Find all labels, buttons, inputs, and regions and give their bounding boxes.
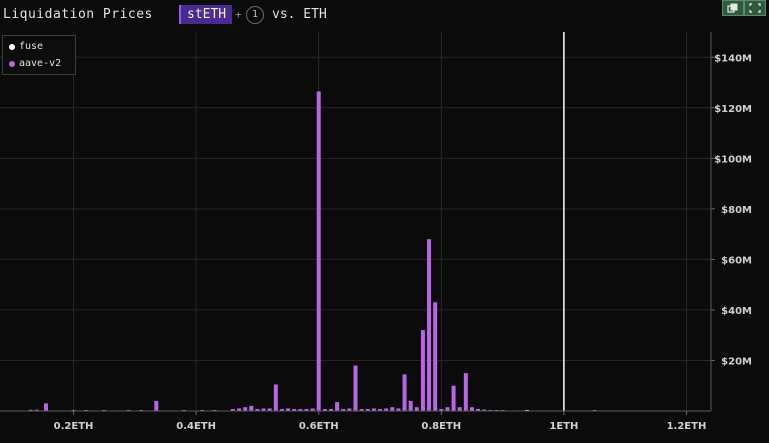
legend: fuse aave-v2 [2,35,76,75]
bar-aave-v2 [451,385,456,411]
bar-aave-v2 [445,407,450,411]
bar-aave-v2 [420,330,425,411]
legend-dot-fuse [9,43,15,50]
bar-aave-v2 [463,373,468,411]
axes: $20M $40M $60M $80M $100M $120M $140M 0.2ETH 0.4… [0,32,752,432]
x-tick-label: 1.2ETH [667,421,707,432]
bar-aave-v2 [408,400,413,411]
y-tick-label: $120M [714,104,752,115]
x-tick-label: 0.8ETH [421,421,461,432]
bar-aave-v2 [414,407,419,411]
legend-dot-aave-v2 [9,60,15,67]
x-tick-label: 1ETH [549,421,578,432]
liquidation-chart: $20M $40M $60M $80M $100M $120M $140M 0.2ETH 0.4… [0,32,752,432]
bar-aave-v2 [154,400,159,411]
y-tick-label: $80M [721,205,752,216]
bars [28,91,597,412]
x-tick-label: 0.6ETH [299,421,339,432]
bar-aave-v2 [243,407,248,411]
grid-lines [0,32,711,411]
y-tick-label: $40M [721,306,752,317]
bar-aave-v2 [43,403,48,411]
legend-item-fuse[interactable]: fuse [9,41,43,52]
bar-aave-v2 [353,365,358,411]
bar-aave-v2 [316,91,321,412]
legend-item-aave-v2[interactable]: aave-v2 [9,58,61,69]
y-tick-label: $60M [721,255,752,266]
bar-aave-v2 [427,239,432,411]
bar-aave-v2 [457,407,462,411]
y-tick-label: $140M [714,53,752,64]
y-tick-label: $100M [714,154,752,165]
legend-label-fuse: fuse [19,41,44,52]
legend-label-aave-v2: aave-v2 [19,58,62,69]
bar-aave-v2 [273,384,278,411]
bar-aave-v2 [402,374,407,411]
bar-aave-v2 [433,302,438,411]
bar-aave-v2 [249,405,254,411]
x-tick-label: 0.2ETH [54,421,94,432]
x-tick-label: 0.4ETH [176,421,216,432]
bar-aave-v2 [390,407,395,411]
y-tick-label: $20M [721,356,752,367]
bar-aave-v2 [335,402,340,411]
bar-aave-v2 [469,407,474,411]
